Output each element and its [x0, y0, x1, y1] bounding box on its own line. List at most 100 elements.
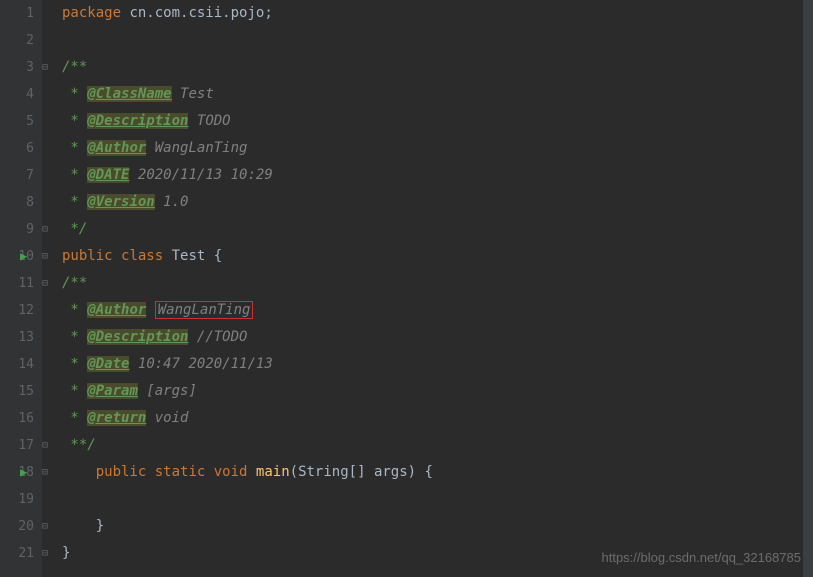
javadoc-star: * [62, 329, 87, 345]
close-paren: ) [408, 464, 416, 480]
javadoc-tag-description: @Description [87, 113, 188, 129]
keyword-void: void [214, 464, 248, 480]
code-line-blank [62, 486, 813, 513]
line-number: 8 [0, 189, 34, 216]
open-brace: { [425, 464, 433, 480]
line-number: 13 [0, 324, 34, 351]
javadoc-star: * [62, 383, 87, 399]
line-number: 10 [0, 243, 34, 270]
line-number: 3 [0, 54, 34, 81]
javadoc-value: 10:47 2020/11/13 [138, 356, 273, 372]
javadoc-tag-author: @Author [87, 140, 146, 156]
javadoc-star: * [62, 140, 87, 156]
javadoc-star: * [62, 356, 87, 372]
code-line: * @Param [args] [62, 378, 813, 405]
code-line: **/ [62, 432, 813, 459]
javadoc-tag-version: @Version [87, 194, 154, 210]
code-line: /** [62, 270, 813, 297]
code-line: /** [62, 54, 813, 81]
javadoc-tag-description: @Description [87, 329, 188, 345]
javadoc-tag-date: @DATE [87, 167, 129, 183]
code-line: * @DATE 2020/11/13 10:29 [62, 162, 813, 189]
code-area[interactable]: package cn.com.csii.pojo; /** * @ClassNa… [42, 0, 813, 577]
code-line: * @Description TODO [62, 108, 813, 135]
line-number: 17 [0, 432, 34, 459]
keyword-public: public [96, 464, 147, 480]
code-line: */ [62, 216, 813, 243]
keyword-static: static [155, 464, 206, 480]
javadoc-tag-date: @Date [87, 356, 129, 372]
keyword-class: class [121, 248, 163, 264]
javadoc-star: * [62, 167, 87, 183]
line-number: 7 [0, 162, 34, 189]
method-name: main [256, 464, 290, 480]
class-name: Test [172, 248, 206, 264]
run-gutter-icon[interactable]: ▶ [20, 465, 27, 479]
javadoc-value: WangLanTing [155, 140, 248, 156]
code-line: * @Description //TODO [62, 324, 813, 351]
line-number: 19 [0, 486, 34, 513]
param-type: String[] [298, 464, 365, 480]
param-name: args [374, 464, 408, 480]
javadoc-value: [args] [146, 383, 197, 399]
javadoc-value-error: WangLanTing [155, 301, 254, 319]
line-number: 9 [0, 216, 34, 243]
javadoc-close: **/ [62, 437, 96, 453]
close-brace: } [96, 518, 104, 534]
vertical-scrollbar[interactable] [803, 0, 813, 577]
line-number: 6 [0, 135, 34, 162]
line-number: 15 [0, 378, 34, 405]
javadoc-star: * [62, 194, 87, 210]
code-line: public class Test { [62, 243, 813, 270]
line-number: 4 [0, 81, 34, 108]
javadoc-value: TODO [197, 113, 231, 129]
line-numbers: 1 2 3 4 5 6 7 8 9 10 11 12 13 14 15 16 1… [0, 0, 42, 567]
line-number: 1 [0, 0, 34, 27]
javadoc-star: * [62, 302, 87, 318]
javadoc-tag-author: @Author [87, 302, 146, 318]
javadoc-star: * [62, 410, 87, 426]
javadoc-value: //TODO [197, 329, 248, 345]
keyword-public: public [62, 248, 113, 264]
javadoc-tag-return: @return [87, 410, 146, 426]
line-number: 5 [0, 108, 34, 135]
open-paren: ( [290, 464, 298, 480]
open-brace: { [214, 248, 222, 264]
javadoc-tag-classname: @ClassName [87, 86, 171, 102]
javadoc-value: void [155, 410, 189, 426]
code-editor: 1 2 3 4 5 6 7 8 9 10 11 12 13 14 15 16 1… [0, 0, 813, 577]
semicolon: ; [264, 5, 272, 21]
code-line-blank [62, 27, 813, 54]
close-brace: } [62, 545, 70, 561]
code-line: * @ClassName Test [62, 81, 813, 108]
javadoc-open: /** [62, 59, 87, 75]
javadoc-value: Test [180, 86, 214, 102]
code-line: * @Author WangLanTing [62, 135, 813, 162]
line-number: 18 [0, 459, 34, 486]
line-number: 20 [0, 513, 34, 540]
code-line: * @Date 10:47 2020/11/13 [62, 351, 813, 378]
code-line: * @Author WangLanTing [62, 297, 813, 324]
javadoc-star: * [62, 86, 87, 102]
package-name: cn.com.csii.pojo [129, 5, 264, 21]
line-number: 11 [0, 270, 34, 297]
javadoc-value: 1.0 [163, 194, 188, 210]
line-number: 2 [0, 27, 34, 54]
code-line: * @return void [62, 405, 813, 432]
line-number: 21 [0, 540, 34, 567]
code-line: } [62, 513, 813, 540]
watermark-text: https://blog.csdn.net/qq_32168785 [602, 550, 802, 565]
line-number: 12 [0, 297, 34, 324]
code-line: package cn.com.csii.pojo; [62, 0, 813, 27]
keyword-package: package [62, 5, 121, 21]
line-number: 16 [0, 405, 34, 432]
code-line: public static void main(String[] args) { [62, 459, 813, 486]
javadoc-close: */ [62, 221, 87, 237]
javadoc-value: 2020/11/13 10:29 [138, 167, 273, 183]
line-number: 14 [0, 351, 34, 378]
code-line: * @Version 1.0 [62, 189, 813, 216]
javadoc-star: * [62, 113, 87, 129]
run-gutter-icon[interactable]: ▶ [20, 249, 27, 263]
javadoc-tag-param: @Param [87, 383, 138, 399]
gutter: 1 2 3 4 5 6 7 8 9 10 11 12 13 14 15 16 1… [0, 0, 42, 577]
